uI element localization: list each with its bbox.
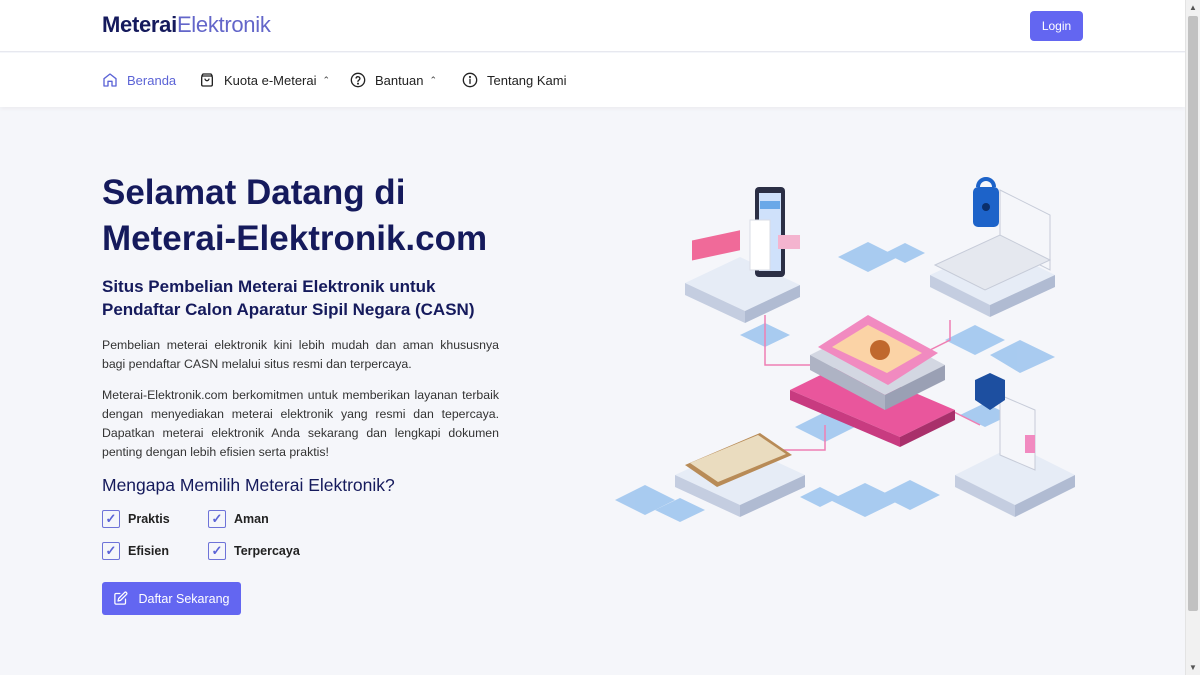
nav-item-kuota[interactable]: Kuota e-Meterai ⌃	[199, 53, 330, 107]
feature-praktis: ✓ Praktis	[102, 510, 170, 528]
commitment-paragraph: Meterai-Elektronik.com berkomitmen untuk…	[102, 388, 499, 459]
edit-icon	[114, 591, 128, 605]
brand-logo[interactable]: MeteraiElektronik	[102, 12, 271, 38]
top-header: MeteraiElektronik Login	[0, 0, 1185, 52]
home-icon	[103, 73, 117, 87]
phone-card-platform	[685, 187, 800, 323]
page-scrollbar[interactable]: ▲ ▼	[1185, 0, 1200, 675]
laptop-lock-platform	[930, 177, 1055, 317]
chevron-up-icon: ⌃	[429, 74, 437, 85]
scroll-up-arrow-icon[interactable]: ▲	[1189, 3, 1197, 12]
scrollbar-thumb[interactable]	[1188, 16, 1198, 611]
title-line-1: Selamat Datang di	[102, 173, 406, 212]
register-button[interactable]: Daftar Sekarang	[102, 582, 241, 615]
nav-item-bantuan[interactable]: Bantuan ⌃	[350, 53, 437, 107]
chevron-up-icon: ⌃	[322, 74, 331, 85]
nav-label-bantuan: Bantuan	[375, 72, 424, 88]
page-title: Selamat Datang di Meterai-Elektronik.com	[102, 170, 562, 262]
login-button[interactable]: Login	[1030, 11, 1083, 41]
checkbox-checked-icon: ✓	[208, 542, 226, 560]
register-label: Daftar Sekarang	[138, 591, 230, 606]
feature-label: Terpercaya	[234, 544, 300, 558]
nav-item-tentang[interactable]: Tentang Kami	[462, 53, 567, 107]
brand-bold: Meterai	[102, 12, 177, 37]
checkbox-checked-icon: ✓	[208, 510, 226, 528]
hero-subtitle: Situs Pembelian Meterai Elektronik untuk…	[102, 277, 475, 319]
cheque-platform	[675, 433, 805, 517]
feature-label: Efisien	[128, 544, 169, 558]
feature-label: Praktis	[128, 512, 170, 526]
title-line-2: Meterai-Elektronik.com	[102, 219, 488, 258]
feature-aman: ✓ Aman	[208, 510, 269, 528]
feature-terpercaya: ✓ Terpercaya	[208, 542, 300, 560]
scroll-down-arrow-icon[interactable]: ▼	[1189, 663, 1197, 672]
nav-label-kuota: Kuota e-Meterai	[224, 72, 317, 88]
help-circle-icon	[350, 72, 366, 88]
brand-light: Elektronik	[176, 12, 271, 37]
checkbox-checked-icon: ✓	[102, 542, 120, 560]
shopping-bag-icon	[201, 73, 213, 87]
intro-paragraph: Pembelian meterai elektronik kini lebih …	[102, 338, 499, 371]
info-icon	[462, 72, 478, 88]
checkbox-checked-icon: ✓	[102, 510, 120, 528]
shield-document-platform	[955, 373, 1075, 517]
feature-label: Aman	[234, 512, 269, 526]
nav-label-beranda: Beranda	[127, 72, 177, 88]
feature-efisien: ✓ Efisien	[102, 542, 169, 560]
nav-item-beranda[interactable]: Beranda	[102, 53, 176, 107]
hero-illustration	[615, 177, 1075, 522]
why-heading: Mengapa Memilih Meterai Elektronik?	[102, 475, 395, 495]
nav-label-tentang: Tentang Kami	[487, 72, 567, 88]
main-nav: Beranda Kuota e-Meterai ⌃ Bantuan ⌃ Tent…	[0, 53, 1185, 107]
